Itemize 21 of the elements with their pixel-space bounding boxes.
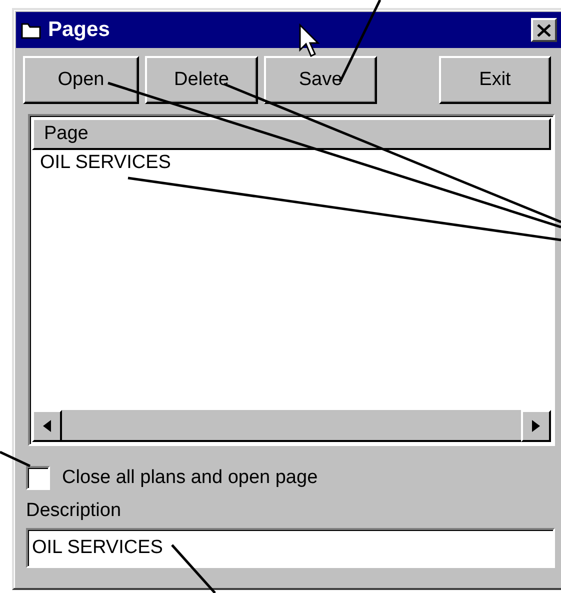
window-title: Pages — [48, 18, 110, 42]
dialog-button[interactable]: Save — [264, 56, 377, 104]
close-button[interactable] — [531, 18, 557, 42]
close-icon — [537, 24, 551, 36]
description-label: Description — [26, 500, 122, 522]
pointer-icon — [299, 23, 320, 58]
scroll-left-button[interactable] — [32, 410, 62, 442]
dialog-button[interactable]: Exit — [439, 56, 551, 104]
leader-line — [0, 450, 31, 468]
checkbox[interactable] — [26, 466, 50, 490]
dialog-button[interactable]: Open — [23, 56, 139, 104]
dialog-button[interactable]: Delete — [145, 56, 258, 104]
horizontal-scrollbar[interactable] — [32, 410, 551, 442]
column-header[interactable]: Page — [32, 118, 551, 150]
leader-line — [171, 544, 216, 593]
checkbox-label: Close all plans and open page — [62, 467, 318, 489]
list-item[interactable]: OIL SERVICES — [40, 152, 171, 178]
description-field[interactable]: OIL SERVICES — [26, 528, 555, 568]
scroll-right-button[interactable] — [521, 410, 551, 442]
left-arrow-icon — [43, 420, 51, 432]
right-arrow-icon — [532, 420, 540, 432]
